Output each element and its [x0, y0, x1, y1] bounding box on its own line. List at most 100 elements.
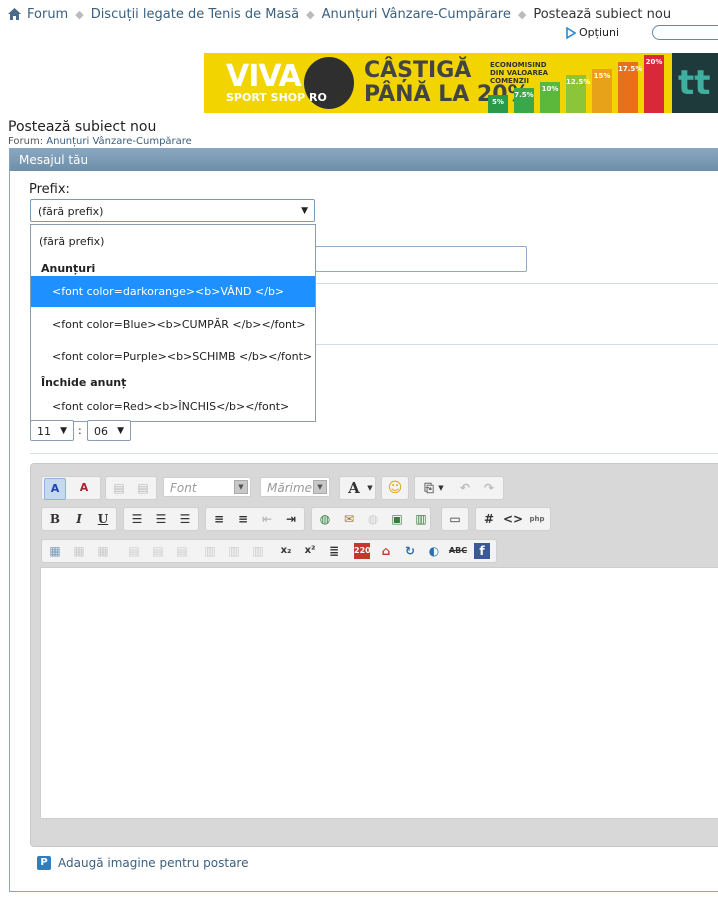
- minute-value: 06: [94, 425, 108, 438]
- hour-value: 11: [37, 425, 51, 438]
- html-code-icon[interactable]: <>: [503, 509, 523, 529]
- banner-percent-bar: 10%: [540, 82, 560, 113]
- align-left-icon[interactable]: ☰: [127, 509, 147, 529]
- home-icon[interactable]: [8, 8, 21, 20]
- options-button[interactable]: Opțiuni: [566, 26, 619, 39]
- counter-icon[interactable]: 220: [354, 543, 371, 559]
- search-box[interactable]: Ad: [652, 25, 718, 40]
- undo-icon[interactable]: ↶: [455, 478, 475, 498]
- divider: [30, 453, 718, 454]
- insert-col-left-icon[interactable]: ▥: [200, 541, 220, 561]
- facebook-icon[interactable]: f: [474, 543, 490, 559]
- breadcrumb-discussions-link[interactable]: Discuții legate de Tenis de Masă: [91, 7, 299, 22]
- video-icon[interactable]: ▥: [411, 509, 431, 529]
- underline-icon[interactable]: U: [93, 509, 113, 529]
- toolbar-list-group: ≡ ≡ ⇤ ⇥: [205, 507, 305, 531]
- insert-row-above-icon[interactable]: ▤: [124, 541, 144, 561]
- indent-icon[interactable]: ⇥: [281, 509, 301, 529]
- options-label: Opțiuni: [579, 26, 620, 39]
- align-right-icon[interactable]: ☰: [175, 509, 195, 529]
- banner-brand: VIVA: [226, 59, 302, 94]
- chevron-down-icon[interactable]: ▼: [360, 478, 380, 498]
- ordered-list-icon[interactable]: ≡: [209, 509, 229, 529]
- breadcrumb: Forum ◆ Discuții legate de Tenis de Masă…: [8, 5, 671, 23]
- chevron-down-icon[interactable]: ▼: [431, 478, 451, 498]
- prefix-label: Prefix:: [29, 182, 70, 197]
- code-hash-icon[interactable]: #: [479, 509, 499, 529]
- subscript-icon[interactable]: x₂: [276, 541, 296, 561]
- prefix-select-value: (fără prefix): [38, 205, 104, 218]
- chevron-down-icon: ▼: [117, 426, 124, 436]
- chevron-down-icon: ▼: [301, 206, 308, 216]
- chevron-down-icon: ▼: [234, 480, 248, 494]
- add-image-link[interactable]: P Adaugă imagine pentru postare: [37, 856, 248, 870]
- toggle-wysiwyg-icon[interactable]: A: [44, 478, 66, 500]
- home-shape-icon[interactable]: ⌂: [376, 541, 396, 561]
- dropdown-option-schimb[interactable]: <font color=Purple><b>SCHIMB </b></font>: [31, 350, 315, 363]
- paste-text-icon[interactable]: ▤: [133, 478, 153, 498]
- bold-icon[interactable]: B: [45, 509, 65, 529]
- horizontal-rule-icon[interactable]: ≣: [324, 541, 344, 561]
- chevron-down-icon: ▼: [313, 480, 327, 494]
- php-code-icon[interactable]: php: [527, 509, 547, 529]
- paste-icon[interactable]: ▤: [109, 478, 129, 498]
- globe-icon[interactable]: ◐: [424, 541, 444, 561]
- toolbar-clipboard-group: ▤ ▤: [105, 476, 157, 500]
- prefix-select[interactable]: (fără prefix) ▼: [30, 199, 315, 222]
- breadcrumb-forum-link[interactable]: Forum: [27, 7, 68, 22]
- toolbar-attach-group: ⎘ ▼ ↶ ↷: [414, 476, 504, 500]
- subject-input[interactable]: [315, 246, 527, 272]
- forum-link[interactable]: Anunțuri Vânzare-Cumpărare: [46, 136, 192, 147]
- spellcheck-icon[interactable]: ABC: [448, 541, 468, 561]
- minute-select[interactable]: 06 ▼: [87, 420, 131, 441]
- quote-icon[interactable]: ▭: [445, 509, 465, 529]
- outdent-icon[interactable]: ⇤: [257, 509, 277, 529]
- dropdown-option-inchis[interactable]: <font color=Red><b>ÎNCHIS</b></font>: [31, 400, 315, 413]
- refresh-icon[interactable]: ↻: [400, 541, 420, 561]
- font-select[interactable]: Font ▼: [163, 477, 251, 497]
- link-icon[interactable]: ◍: [315, 509, 335, 529]
- time-separator: :: [78, 424, 82, 437]
- italic-icon[interactable]: I: [69, 509, 89, 529]
- message-textarea[interactable]: [40, 567, 718, 819]
- banner-percent-bar: 5%: [488, 95, 508, 113]
- dropdown-option-none[interactable]: (fără prefix): [31, 235, 315, 248]
- breadcrumb-separator-icon: ◆: [517, 7, 527, 21]
- banner-brand-sub: SPORT SHOP RO: [226, 91, 327, 104]
- breadcrumb-ads-link[interactable]: Anunțuri Vânzare-Cumpărare: [322, 7, 511, 22]
- banner-percent-bar: 17.5%: [618, 62, 642, 113]
- size-select[interactable]: Mărime ▼: [260, 477, 330, 497]
- toolbar-quote-group: ▭: [441, 507, 469, 531]
- superscript-icon[interactable]: x²: [300, 541, 320, 561]
- unlink-icon[interactable]: ◍: [363, 509, 383, 529]
- dropdown-option-cumpar[interactable]: <font color=Blue><b>CUMPĂR </b></font>: [31, 318, 315, 331]
- hour-select[interactable]: 11 ▼: [30, 420, 74, 441]
- delete-table-icon[interactable]: ▦: [93, 541, 113, 561]
- table-props-icon[interactable]: ▦: [69, 541, 89, 561]
- image-icon[interactable]: ▣: [387, 509, 407, 529]
- breadcrumb-current: Postează subiect nou: [533, 6, 672, 22]
- banner-percent-bar: 7.5%: [514, 88, 534, 113]
- redo-icon[interactable]: ↷: [479, 478, 499, 498]
- insert-row-below-icon[interactable]: ▤: [148, 541, 168, 561]
- ad-banner[interactable]: VIVA SPORT SHOP RO CÂȘTIGĂ PÂNĂ LA 20% E…: [204, 53, 718, 113]
- toolbar-code-group: # <> php: [475, 507, 551, 531]
- divider: [316, 283, 718, 284]
- size-select-label: Mărime: [267, 481, 313, 495]
- dropdown-option-vand[interactable]: <font color=darkorange><b>VÂND </b></fon…: [31, 276, 315, 329]
- breadcrumb-separator-icon: ◆: [75, 7, 84, 21]
- align-center-icon[interactable]: ☰: [151, 509, 171, 529]
- play-icon: [566, 26, 576, 39]
- banner-percent-bar: 12.5%: [566, 75, 590, 113]
- smiley-icon[interactable]: ☺: [385, 478, 405, 498]
- delete-col-icon[interactable]: ▥: [248, 541, 268, 561]
- email-icon[interactable]: ✉: [339, 509, 359, 529]
- insert-col-right-icon[interactable]: ▥: [224, 541, 244, 561]
- breadcrumb-separator-icon: ◆: [306, 7, 315, 21]
- table-icon[interactable]: ▦: [45, 541, 65, 561]
- toolbar-format-group: A A: [41, 476, 101, 500]
- delete-row-icon[interactable]: ▤: [172, 541, 192, 561]
- toolbar-color-group: A ▼: [339, 476, 376, 500]
- remove-format-icon[interactable]: A: [74, 478, 94, 498]
- unordered-list-icon[interactable]: ≡: [233, 509, 253, 529]
